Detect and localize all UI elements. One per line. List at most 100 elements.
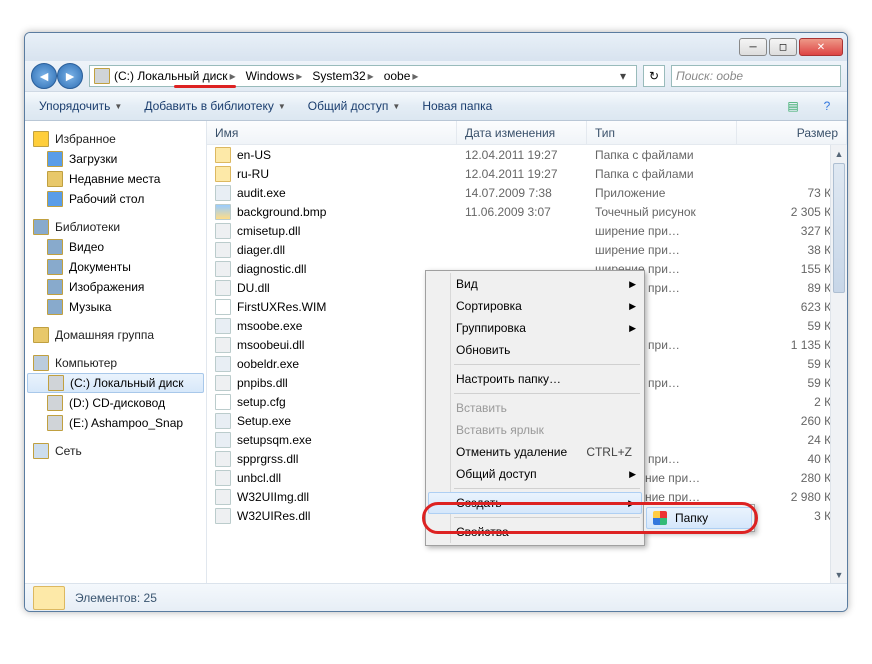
table-row[interactable]: en-US12.04.2011 19:27Папка с файлами bbox=[207, 145, 847, 164]
column-name[interactable]: Имя bbox=[207, 121, 457, 144]
column-size[interactable]: Размер bbox=[737, 121, 847, 144]
annotation-underline bbox=[174, 85, 236, 88]
ctx-group[interactable]: Группировка▶ bbox=[428, 317, 642, 339]
sidebar-item-recent[interactable]: Недавние места bbox=[25, 169, 206, 189]
scroll-down[interactable]: ▼ bbox=[831, 566, 847, 583]
table-row[interactable]: ru-RU12.04.2011 19:27Папка с файлами bbox=[207, 164, 847, 183]
file-icon bbox=[215, 185, 231, 201]
sidebar-item-drive-e[interactable]: (E:) Ashampoo_Snap bbox=[25, 413, 206, 433]
sidebar-item-drive-d[interactable]: (D:) CD-дисковод bbox=[25, 393, 206, 413]
file-icon bbox=[215, 204, 231, 220]
documents-icon bbox=[47, 259, 63, 275]
sidebar-item-documents[interactable]: Документы bbox=[25, 257, 206, 277]
ctx-refresh[interactable]: Обновить bbox=[428, 339, 642, 361]
minimize-button[interactable]: ─ bbox=[739, 38, 767, 56]
downloads-icon bbox=[47, 151, 63, 167]
refresh-button[interactable]: ↻ bbox=[643, 65, 665, 87]
add-to-library-button[interactable]: Добавить в библиотеку▼ bbox=[138, 96, 291, 116]
sidebar-favorites[interactable]: Избранное bbox=[25, 129, 206, 149]
new-folder-button[interactable]: Новая папка bbox=[416, 96, 498, 116]
ctx-paste-shortcut: Вставить ярлык bbox=[428, 419, 642, 441]
table-row[interactable]: cmisetup.dllширение при…327 КБ bbox=[207, 221, 847, 240]
address-dropdown[interactable]: ▾ bbox=[614, 69, 632, 83]
video-icon bbox=[47, 239, 63, 255]
folder-icon bbox=[33, 586, 65, 610]
status-text: Элементов: 25 bbox=[75, 591, 157, 605]
column-date[interactable]: Дата изменения bbox=[457, 121, 587, 144]
sidebar-libraries[interactable]: Библиотеки bbox=[25, 217, 206, 237]
ctx-sort[interactable]: Сортировка▶ bbox=[428, 295, 642, 317]
scrollbar[interactable]: ▲ ▼ bbox=[830, 145, 847, 583]
computer-icon bbox=[33, 355, 49, 371]
drive-icon bbox=[94, 68, 110, 84]
pictures-icon bbox=[47, 279, 63, 295]
table-row[interactable]: background.bmp11.06.2009 3:07Точечный ри… bbox=[207, 202, 847, 221]
sidebar-network[interactable]: Сеть bbox=[25, 441, 206, 461]
desktop-icon bbox=[47, 191, 63, 207]
table-row[interactable]: audit.exe14.07.2009 7:38Приложение73 КБ bbox=[207, 183, 847, 202]
sidebar-item-desktop[interactable]: Рабочий стол bbox=[25, 189, 206, 209]
sidebar-homegroup[interactable]: Домашняя группа bbox=[25, 325, 206, 345]
breadcrumb[interactable]: Windows▸ bbox=[242, 66, 309, 86]
help-button[interactable]: ? bbox=[815, 95, 839, 117]
scroll-thumb[interactable] bbox=[833, 163, 845, 293]
file-icon bbox=[215, 489, 231, 505]
breadcrumb[interactable]: System32▸ bbox=[308, 66, 379, 86]
file-icon bbox=[215, 147, 231, 163]
forward-button[interactable]: ► bbox=[57, 63, 83, 89]
column-type[interactable]: Тип bbox=[587, 121, 737, 144]
file-icon bbox=[215, 470, 231, 486]
search-input[interactable]: Поиск: oobe bbox=[671, 65, 841, 87]
file-icon bbox=[215, 280, 231, 296]
drive-icon bbox=[47, 415, 63, 431]
file-icon bbox=[215, 261, 231, 277]
ctx-paste: Вставить bbox=[428, 397, 642, 419]
view-mode-button[interactable]: ▤ bbox=[781, 95, 805, 117]
address-row: ◄ ► (C:) Локальный диск▸ Windows▸ System… bbox=[25, 61, 847, 91]
ctx-create-folder[interactable]: Папку bbox=[646, 507, 752, 529]
file-icon bbox=[215, 413, 231, 429]
sidebar-item-music[interactable]: Музыка bbox=[25, 297, 206, 317]
recent-icon bbox=[47, 171, 63, 187]
share-button[interactable]: Общий доступ▼ bbox=[302, 96, 407, 116]
file-icon bbox=[215, 451, 231, 467]
network-icon bbox=[33, 443, 49, 459]
sidebar-item-video[interactable]: Видео bbox=[25, 237, 206, 257]
file-icon bbox=[215, 375, 231, 391]
navigation-pane: Избранное Загрузки Недавние места Рабочи… bbox=[25, 121, 207, 583]
breadcrumb[interactable]: (C:) Локальный диск▸ bbox=[110, 66, 242, 86]
file-icon bbox=[215, 299, 231, 315]
titlebar: ─ ◻ ✕ bbox=[25, 33, 847, 61]
organize-button[interactable]: Упорядочить▼ bbox=[33, 96, 128, 116]
sidebar-item-pictures[interactable]: Изображения bbox=[25, 277, 206, 297]
address-bar[interactable]: (C:) Локальный диск▸ Windows▸ System32▸ … bbox=[89, 65, 637, 87]
homegroup-icon bbox=[33, 327, 49, 343]
close-button[interactable]: ✕ bbox=[799, 38, 843, 56]
file-icon bbox=[215, 508, 231, 524]
ctx-share[interactable]: Общий доступ▶ bbox=[428, 463, 642, 485]
sidebar-computer[interactable]: Компьютер bbox=[25, 353, 206, 373]
file-icon bbox=[215, 318, 231, 334]
ctx-undo-delete[interactable]: Отменить удалениеCTRL+Z bbox=[428, 441, 642, 463]
back-button[interactable]: ◄ bbox=[31, 63, 57, 89]
sidebar-item-downloads[interactable]: Загрузки bbox=[25, 149, 206, 169]
table-row[interactable]: diager.dllширение при…38 КБ bbox=[207, 240, 847, 259]
drive-icon bbox=[48, 375, 64, 391]
file-icon bbox=[215, 394, 231, 410]
status-bar: Элементов: 25 bbox=[25, 583, 847, 611]
file-icon bbox=[215, 242, 231, 258]
breadcrumb[interactable]: oobe▸ bbox=[380, 66, 425, 86]
ctx-view[interactable]: Вид▶ bbox=[428, 273, 642, 295]
ctx-create[interactable]: Создать▶ bbox=[428, 492, 642, 514]
ctx-properties[interactable]: Свойства bbox=[428, 521, 642, 543]
music-icon bbox=[47, 299, 63, 315]
explorer-window: ─ ◻ ✕ ◄ ► (C:) Локальный диск▸ Windows▸ … bbox=[24, 32, 848, 612]
maximize-button[interactable]: ◻ bbox=[769, 38, 797, 56]
ctx-customize[interactable]: Настроить папку… bbox=[428, 368, 642, 390]
sidebar-item-drive-c[interactable]: (C:) Локальный диск bbox=[27, 373, 204, 393]
file-icon bbox=[215, 337, 231, 353]
scroll-up[interactable]: ▲ bbox=[831, 145, 847, 162]
cd-icon bbox=[47, 395, 63, 411]
file-icon bbox=[215, 223, 231, 239]
star-icon bbox=[33, 131, 49, 147]
